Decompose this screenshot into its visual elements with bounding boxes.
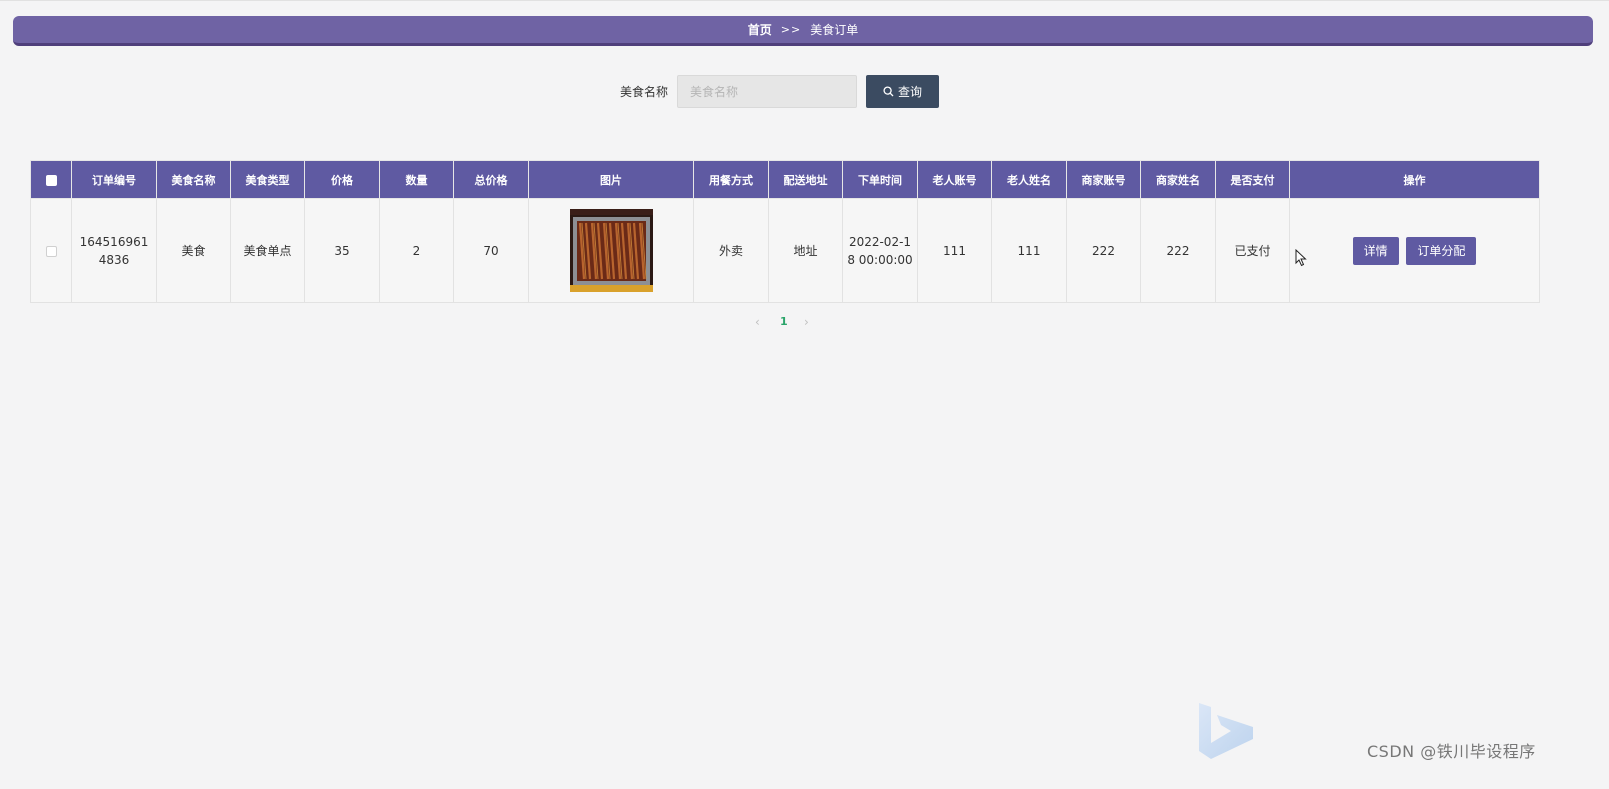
column-header: 图片 [528,160,694,199]
search-bar: 美食名称 查询 [0,75,1609,108]
previous-page-button[interactable]: ‹ [755,314,760,330]
bing-logo-icon [1199,703,1253,759]
merchant-account-cell: 222 [1066,198,1141,303]
column-header: 美食类型 [230,160,305,199]
order-time-cell: 2022-02-18 00:00:00 [842,198,918,303]
elder-name-cell: 111 [991,198,1067,303]
breadcrumb: 首页 >> 美食订单 [13,16,1593,46]
column-header: 用餐方式 [693,160,769,199]
breadcrumb-separator: >> [780,23,802,36]
table-header-row: 订单编号 美食名称 美食类型 价格 数量 总价格 图片 用餐方式 配送地址 下单… [30,160,1540,199]
search-button-label: 查询 [897,85,922,99]
address-cell: 地址 [768,198,843,303]
csdn-watermark: CSDN @铁川毕设程序 [1367,742,1536,761]
detail-button[interactable]: 详情 [1352,236,1399,265]
column-header: 美食名称 [156,160,231,199]
column-header: 价格 [304,160,380,199]
dining-mode-cell: 外卖 [693,198,769,303]
quantity-cell: 2 [379,198,454,303]
order-number-cell: 1645169614836 [71,198,157,303]
search-label: 美食名称 [620,85,669,99]
select-all-checkbox[interactable] [45,174,57,186]
next-page-button[interactable]: › [804,314,809,330]
select-all-cell [30,160,72,199]
food-name-search-input[interactable] [677,75,857,108]
column-header: 是否支付 [1215,160,1290,199]
merchant-name-cell: 222 [1140,198,1216,303]
column-header: 下单时间 [842,160,918,199]
column-header: 订单编号 [71,160,157,199]
row-checkbox[interactable] [45,245,57,257]
total-price-cell: 70 [453,198,529,303]
top-divider [0,0,1609,1]
breadcrumb-home[interactable]: 首页 [748,21,772,38]
search-button[interactable]: 查询 [866,75,939,108]
pagination: ‹ 1 › [0,314,1609,330]
column-header: 总价格 [453,160,529,199]
food-name-cell: 美食 [156,198,231,303]
food-type-cell: 美食单点 [230,198,305,303]
column-header: 数量 [379,160,454,199]
column-header: 商家姓名 [1140,160,1216,199]
food-photo[interactable] [569,209,653,292]
page-number-button[interactable]: 1 [780,314,788,330]
food-image-cell [528,198,694,303]
actions-cell: 详情 订单分配 [1289,198,1540,303]
search-icon [883,86,894,97]
column-header: 配送地址 [768,160,843,199]
column-header: 老人姓名 [991,160,1067,199]
column-header: 商家账号 [1066,160,1141,199]
row-select-cell [30,198,72,303]
table-row: 1645169614836 美食 美食单点 35 2 70 外卖 地址 2022… [30,198,1540,303]
breadcrumb-current: 美食订单 [810,23,859,37]
orders-table: 订单编号 美食名称 美食类型 价格 数量 总价格 图片 用餐方式 配送地址 下单… [30,160,1540,303]
column-header: 操作 [1289,160,1540,199]
price-cell: 35 [304,198,380,303]
column-header: 老人账号 [917,160,992,199]
paid-status-cell: 已支付 [1215,198,1290,303]
assign-order-button[interactable]: 订单分配 [1406,236,1477,265]
mouse-pointer-icon [1295,249,1307,267]
elder-account-cell: 111 [917,198,992,303]
